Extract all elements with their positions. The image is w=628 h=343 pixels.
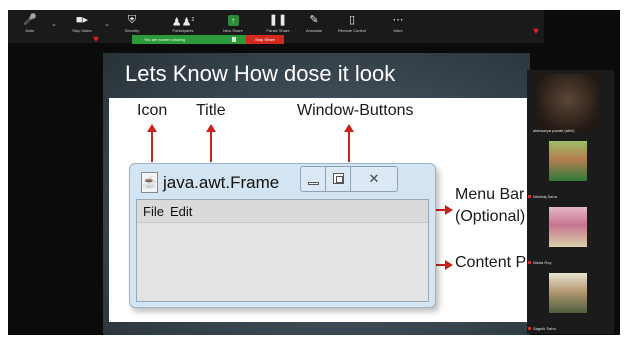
optional-annotation: (Optional): [455, 208, 526, 225]
icon-arrow: [147, 124, 157, 162]
title-arrow: [206, 124, 216, 162]
participant-avatar: [549, 207, 587, 247]
shield-icon: ⛨: [127, 14, 137, 26]
maximize-icon: [325, 166, 351, 192]
participant-tile[interactable]: Sagnik Saha: [527, 268, 614, 334]
participant-tile[interactable]: Nisha Roy: [527, 202, 614, 268]
title-annotation: Title: [196, 102, 226, 119]
zoom-window: 🎤 Mute ⌄ ■▸ Stop Video ⌄ ⛨ Security ♟♟2 …: [8, 10, 620, 335]
muted-mic-icon: [528, 261, 531, 264]
participant-tile[interactable]: Nishiraj Saha: [527, 136, 614, 202]
pencil-icon: ✎: [309, 14, 319, 26]
microphone-icon: 🎤: [23, 14, 37, 26]
frame-title: java.awt.Frame: [163, 173, 280, 192]
video-options-chevron-icon[interactable]: ⌄: [104, 20, 110, 28]
menu-bar: File Edit: [137, 200, 428, 223]
window-buttons-arrow: [344, 124, 354, 162]
close-icon: ✕: [350, 166, 398, 192]
content-pane-annotation: Content P: [455, 254, 527, 271]
icon-annotation: Icon: [137, 102, 168, 119]
participant-avatar: [549, 273, 587, 313]
window-buttons-annotation: Window-Buttons: [297, 102, 414, 119]
slide-title: Lets Know How dose it look: [125, 61, 396, 86]
heart-reaction-icon: ♥: [93, 34, 99, 45]
stop-share-button[interactable]: Stop Share: [246, 35, 284, 44]
audio-options-chevron-icon[interactable]: ⌄: [51, 20, 57, 28]
share-screen-icon: ↑: [227, 15, 239, 26]
menu-bar-annotation: Menu Bar: [455, 186, 525, 203]
pause-indicator-icon[interactable]: [232, 37, 236, 42]
mouse-icon: ▯: [348, 14, 356, 26]
slide-panel: Icon Title Window-Buttons Menu Bar (Opti…: [109, 98, 530, 322]
content-pane: File Edit: [136, 199, 429, 302]
minimize-icon: [300, 166, 326, 192]
annotate-button[interactable]: ✎ Annotate: [296, 13, 332, 41]
participants-icon: ♟♟2: [171, 16, 195, 29]
more-button[interactable]: ⋯ More: [380, 13, 416, 41]
menu-edit: Edit: [170, 204, 193, 219]
participant-gallery: aishwarya pande (abhi) Nishiraj Saha Nis…: [527, 70, 614, 334]
java-frame-illustration: ☕ java.awt.Frame ✕ File Edit: [129, 163, 436, 308]
mute-button[interactable]: 🎤 Mute: [12, 13, 48, 41]
muted-mic-icon: [528, 195, 531, 198]
participant-video: [537, 74, 599, 130]
muted-mic-icon: [528, 327, 531, 330]
participant-tile[interactable]: aishwarya pande (abhi): [527, 70, 614, 136]
participant-avatar: [549, 141, 587, 181]
menu-file: File: [143, 204, 164, 219]
remote-control-button[interactable]: ▯ Remote Control: [334, 13, 370, 41]
more-icon: ⋯: [392, 14, 404, 26]
heart-reaction-icon: ♥: [533, 26, 539, 37]
shared-slide: Lets Know How dose it look Icon Title Wi…: [103, 53, 530, 335]
video-camera-icon: ■▸: [75, 14, 89, 26]
java-cup-icon: ☕: [141, 172, 158, 193]
pause-icon: ❚❚: [268, 14, 288, 26]
